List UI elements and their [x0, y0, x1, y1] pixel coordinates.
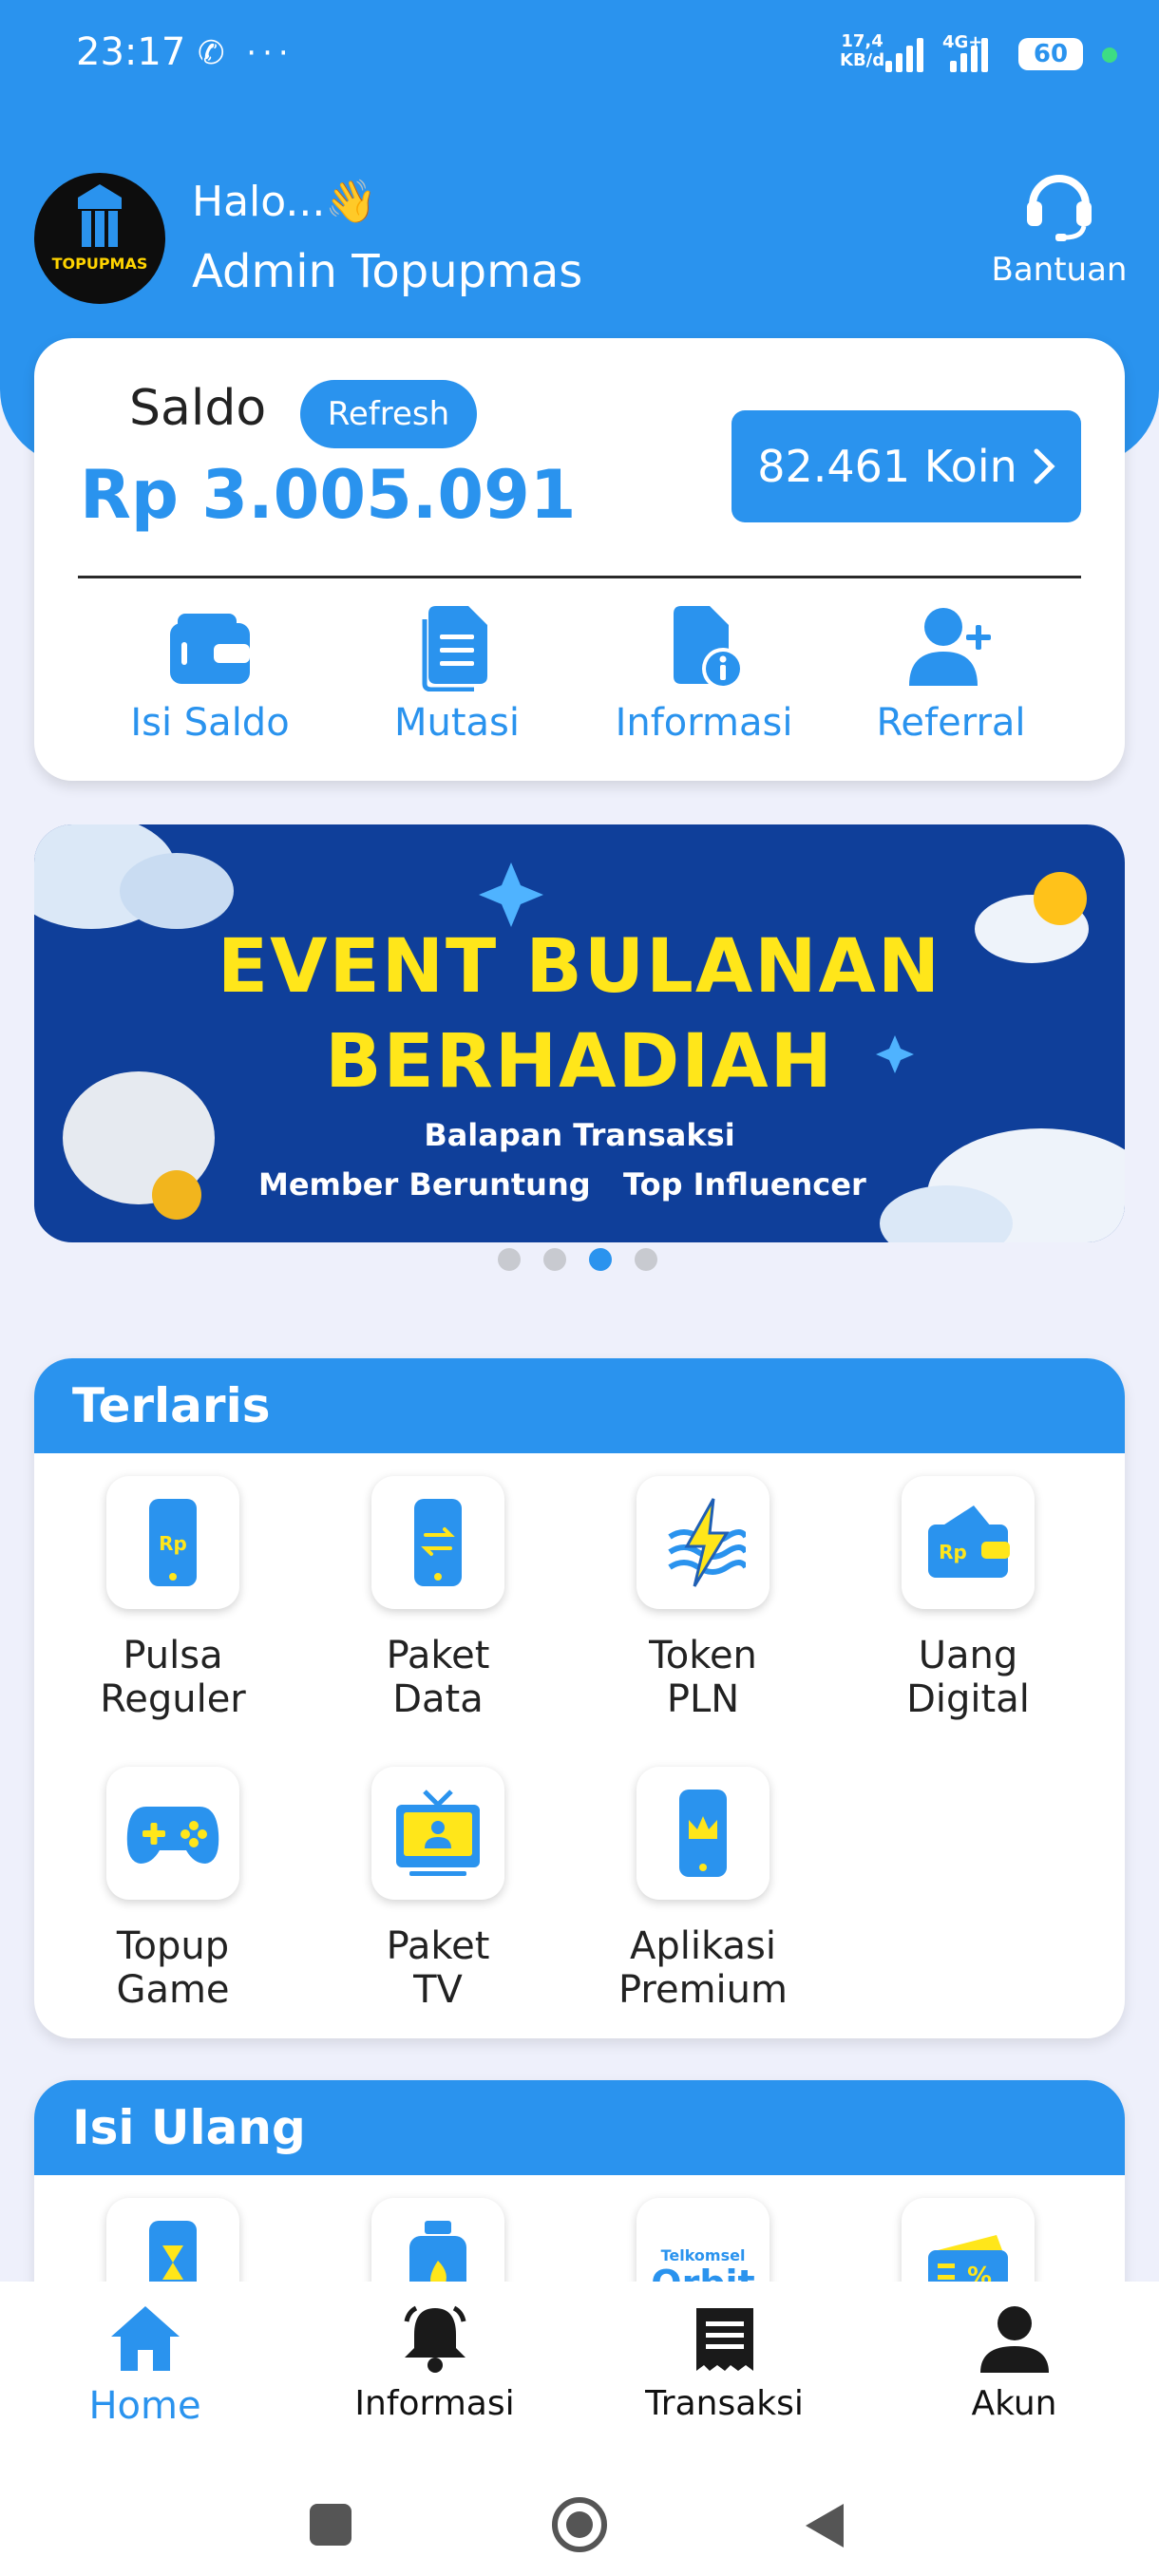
signal-icon-2 — [950, 38, 988, 72]
product-token-pln[interactable]: Token PLN — [570, 1476, 836, 1721]
carousel-dot[interactable] — [635, 1248, 657, 1271]
menu-label: Referral — [876, 701, 1026, 745]
section-title: Isi Ulang — [34, 2080, 1125, 2175]
product-uang-digital[interactable]: Rp Uang Digital — [835, 1476, 1101, 1721]
balance-card: Saldo Refresh Rp 3.005.091 82.461 Koin I… — [34, 338, 1125, 781]
signal-icon — [885, 38, 923, 72]
nav-home[interactable]: Home — [22, 2282, 269, 2449]
add-user-icon — [909, 608, 991, 686]
product-paket-tv[interactable]: Paket TV — [305, 1767, 571, 2012]
carousel-indicator — [498, 1248, 657, 1271]
greeting-text: Halo...👋 — [192, 178, 378, 226]
svg-text:Rp: Rp — [159, 1532, 187, 1555]
phone-data-icon — [414, 1499, 462, 1586]
balance-menu: Isi Saldo Mutasi Informasi Referral — [91, 600, 1070, 745]
product-pulsa-reguler[interactable]: Rp Pulsa Reguler — [40, 1476, 306, 1721]
bell-icon — [404, 2305, 466, 2373]
nav-transaksi[interactable]: Transaksi — [601, 2282, 848, 2449]
section-terlaris: Terlaris Rp Pulsa Reguler Paket Data Tok… — [34, 1358, 1125, 2038]
product-aplikasi-premium[interactable]: Aplikasi Premium — [570, 1767, 836, 2012]
status-bar: 23:17 ✆ ··· 17,4 KB/d 4G+ 60 — [0, 0, 1159, 114]
coins-value: 82.461 Koin — [757, 441, 1017, 492]
carousel-dot[interactable] — [543, 1248, 566, 1271]
privacy-indicator — [1102, 47, 1117, 63]
svg-text:Rp: Rp — [939, 1541, 967, 1563]
nav-informasi[interactable]: Informasi — [312, 2282, 559, 2449]
divider — [78, 576, 1081, 578]
refresh-button[interactable]: Refresh — [300, 380, 477, 448]
gamepad-icon — [126, 1807, 219, 1864]
digital-wallet-icon: Rp — [928, 1506, 1010, 1578]
banner-title: EVENT BULANAN BERHADIAH — [217, 924, 942, 1105]
bottom-navigation: Home Informasi Transaksi Akun — [0, 2282, 1159, 2449]
network-speed: 17,4 KB/d — [840, 31, 885, 70]
nav-akun[interactable]: Akun — [891, 2282, 1138, 2449]
back-icon[interactable] — [806, 2504, 844, 2548]
menu-label: Mutasi — [393, 701, 520, 745]
phone-crown-icon — [679, 1790, 727, 1877]
banner-subtitle: Balapan Transaksi — [424, 1117, 735, 1153]
headset-icon — [1027, 175, 1092, 241]
tv-icon — [396, 1790, 480, 1876]
info-document-icon — [674, 606, 744, 690]
balance-amount: Rp 3.005.091 — [80, 456, 577, 534]
receipt-icon — [695, 2308, 753, 2371]
orbit-logo-icon: Telkomsel — [660, 2245, 746, 2264]
system-navigation-bar — [0, 2449, 1159, 2576]
menu-mutasi[interactable]: Mutasi — [338, 600, 576, 745]
coins-button[interactable]: 82.461 Koin — [732, 410, 1081, 522]
menu-label: Isi Saldo — [130, 701, 290, 745]
user-icon — [979, 2306, 1049, 2373]
section-title: Terlaris — [34, 1358, 1125, 1453]
carousel-dot[interactable] — [498, 1248, 521, 1271]
logo-mark-icon — [78, 184, 122, 247]
status-time: 23:17 — [76, 30, 186, 74]
recent-apps-icon[interactable] — [310, 2504, 352, 2546]
app-logo: TOPUPMAS — [34, 173, 165, 304]
menu-referral[interactable]: Referral — [832, 600, 1070, 745]
promo-banner[interactable]: EVENT BULANAN BERHADIAH Balapan Transaks… — [34, 824, 1125, 1242]
home-icon — [110, 2306, 180, 2371]
battery-icon: 60 — [1018, 38, 1083, 70]
menu-label: Informasi — [615, 701, 793, 745]
lightning-icon — [668, 1498, 746, 1587]
call-icon: ✆ ··· — [198, 34, 294, 72]
phone-rupiah-icon: Rp — [149, 1499, 197, 1586]
logo-text: TOPUPMAS — [51, 255, 148, 273]
wallet-icon — [170, 614, 250, 684]
menu-isi-saldo[interactable]: Isi Saldo — [91, 600, 329, 745]
product-topup-game[interactable]: Topup Game — [40, 1767, 306, 2012]
balance-label: Saldo — [129, 380, 267, 437]
document-icon — [422, 606, 487, 691]
help-button[interactable]: Bantuan — [978, 167, 1140, 289]
product-paket-data[interactable]: Paket Data — [305, 1476, 571, 1721]
help-label: Bantuan — [991, 251, 1128, 289]
user-name: Admin Topupmas — [192, 245, 583, 298]
chevron-right-icon — [1034, 448, 1055, 484]
menu-informasi[interactable]: Informasi — [585, 600, 823, 745]
carousel-dot-active[interactable] — [589, 1248, 612, 1271]
